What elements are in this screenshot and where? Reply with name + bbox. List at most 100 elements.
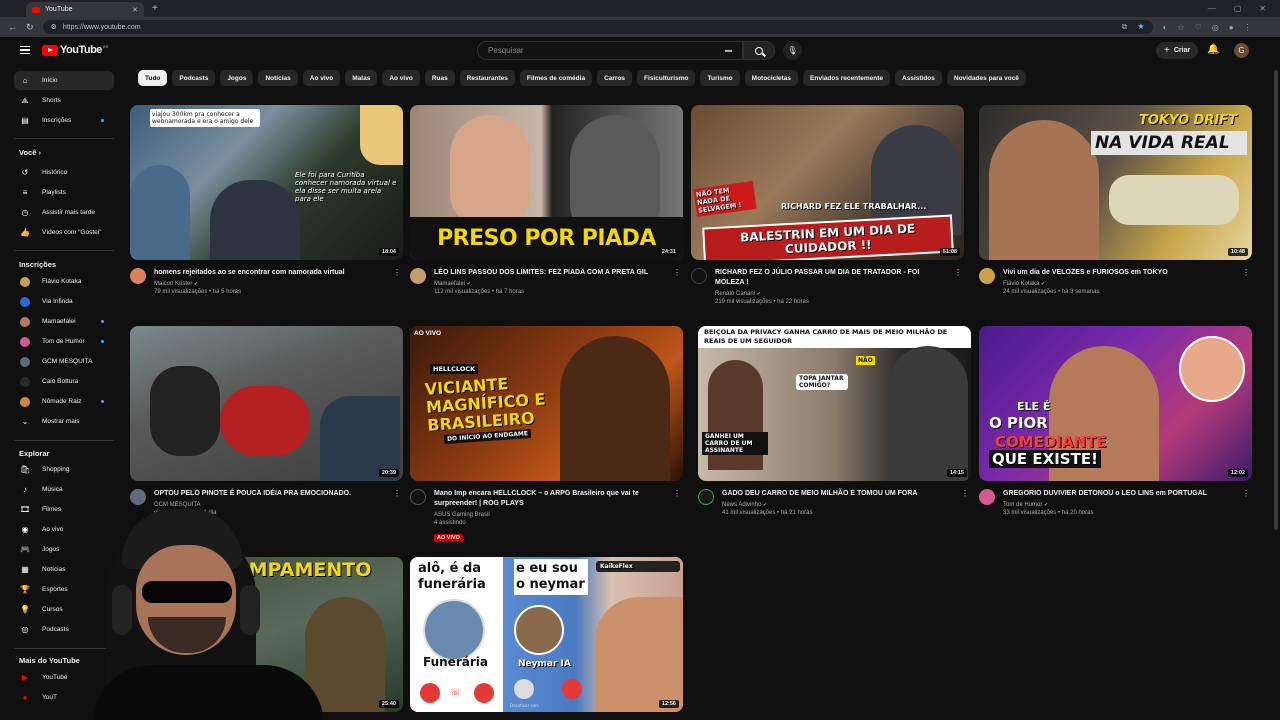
chip[interactable]: Novidades para você (946, 70, 1026, 86)
notifications-bell-icon[interactable]: 🔔 (1207, 44, 1219, 55)
avatar[interactable]: G (1234, 43, 1249, 58)
sidebar-channel[interactable]: GCM MESQUITA (14, 352, 114, 371)
extension-icon[interactable]: ◐ (1163, 23, 1168, 32)
channel-avatar[interactable] (698, 489, 714, 505)
chip[interactable]: Carros (597, 70, 633, 86)
video-title[interactable]: GADO DEU CARRO DE MEIO MILHÃO E TOMOU UM… (722, 489, 971, 499)
chip[interactable]: Podcasts (172, 70, 216, 86)
channel-avatar[interactable] (410, 268, 426, 284)
channel-avatar[interactable] (691, 268, 707, 284)
video-thumbnail[interactable]: 20:39 (130, 326, 403, 481)
video-card[interactable]: AO VIVO HELLCLOCK VICIANTE MAGNÍFICO E B… (410, 326, 683, 542)
sidebar-channel[interactable]: Tom de Humor (14, 332, 114, 351)
extension-icon[interactable]: ◎ (1212, 23, 1219, 32)
video-card[interactable]: PRESO POR PIADA 24:31 LÉO LINS PASSOU DO… (410, 105, 683, 318)
channel-name[interactable]: Flávio Kotaka (1003, 281, 1039, 287)
menu-icon[interactable]: ⋮ (1244, 23, 1252, 32)
chip[interactable]: Enviados recentemente (803, 70, 891, 86)
video-card[interactable]: TOKYO DRIFT NA VIDA REAL 10:48 Vivi um d… (979, 105, 1252, 318)
sidebar-item-music[interactable]: ♪ Música (14, 480, 114, 499)
reload-icon[interactable]: ↻ (26, 22, 34, 33)
chip[interactable]: Assistidos (895, 70, 942, 86)
channel-avatar[interactable] (410, 489, 426, 505)
star-icon[interactable]: ★ (1137, 22, 1144, 32)
sidebar-channel[interactable]: Mamaefalei (14, 312, 114, 331)
new-tab-icon[interactable]: + (152, 3, 158, 14)
channel-name[interactable]: News Adivinho (722, 502, 761, 508)
sidebar-item-liked[interactable]: 👍 Vídeos com "Gostei" (14, 223, 114, 242)
extension-icon[interactable]: ♡ (1195, 23, 1202, 32)
channel-avatar[interactable] (979, 268, 995, 284)
more-options-icon[interactable]: ⋮ (954, 268, 962, 277)
video-title[interactable]: homens rejeitados ao se encontrar com na… (154, 268, 403, 278)
extensions-icon[interactable]: ⧉ (1122, 22, 1128, 32)
video-card[interactable]: NÃO TEM NADA DE SELVAGEM ! RICHARD FEZ E… (691, 105, 964, 318)
video-title[interactable]: Mano Imp encara HELLCLOCK – o ARPG Brasi… (434, 489, 683, 509)
video-title[interactable]: RICHARD FEZ O JÚLIO PASSAR UM DIA DE TRA… (715, 268, 964, 288)
sidebar-channel[interactable]: Nômade Raiz (14, 392, 114, 411)
sidebar-item-shorts[interactable]: ⟁ Shorts (14, 91, 114, 110)
more-options-icon[interactable]: ⋮ (673, 489, 681, 498)
sidebar-item-shopping[interactable]: 🛍 Shopping (14, 460, 114, 479)
chip[interactable]: Fisiculturismo (637, 70, 696, 86)
chip[interactable]: Ao vivo (382, 70, 420, 86)
extension-icon[interactable]: ☆ (1177, 23, 1184, 32)
sidebar-channel[interactable]: Caio Bottura (14, 372, 114, 391)
more-options-icon[interactable]: ⋮ (393, 489, 401, 498)
channel-name[interactable]: ASUS Gaming Brasil (434, 512, 683, 518)
video-thumbnail[interactable]: ELE É O PIOR COMEDIANTE QUE EXISTE! 12:0… (979, 326, 1252, 481)
chip[interactable]: Filmes de comédia (519, 70, 593, 86)
sidebar-channel[interactable]: Flávio Kotaka (14, 272, 114, 291)
video-title[interactable]: Vivi um dia de VELOZES e FURIOSOS em TOK… (1003, 268, 1252, 278)
sidebar-item-movies[interactable]: 🎞 Filmes (14, 500, 114, 519)
video-thumbnail[interactable]: PRESO POR PIADA 24:31 (410, 105, 683, 260)
more-options-icon[interactable]: ⋮ (393, 268, 401, 277)
channel-avatar[interactable] (130, 489, 146, 505)
keyboard-icon[interactable]: ▬ (725, 47, 732, 54)
video-thumbnail[interactable]: AO VIVO HELLCLOCK VICIANTE MAGNÍFICO E B… (410, 326, 683, 481)
menu-hamburger-icon[interactable] (20, 46, 30, 54)
channel-name[interactable]: Renato Cariani (715, 291, 755, 297)
sidebar-channel[interactable]: Via Infinda (14, 292, 114, 311)
address-bar[interactable]: ⚙ https://www.youtube.com ⧉ ★ (42, 20, 1153, 34)
back-icon[interactable]: ← (8, 22, 17, 32)
browser-tab[interactable]: YouTube ✕ (26, 2, 144, 17)
channel-avatar[interactable] (979, 489, 995, 505)
video-thumbnail[interactable]: alô, é da funerária Funerária ☏ e eu sou… (410, 557, 683, 712)
youtube-logo[interactable]: YouTube BR (42, 44, 108, 56)
you-heading[interactable]: Você › (19, 148, 41, 157)
chip[interactable]: Malas (345, 70, 378, 86)
sidebar-item-history[interactable]: ↺ Histórico (14, 163, 114, 182)
scrollbar[interactable] (1274, 70, 1278, 530)
close-tab-icon[interactable]: ✕ (132, 6, 138, 14)
chip[interactable]: Ruas (424, 70, 455, 86)
chip[interactable]: Motocicletas (744, 70, 799, 86)
channel-name[interactable]: Maicon Küster (154, 281, 192, 287)
more-options-icon[interactable]: ⋮ (1242, 268, 1250, 277)
voice-search-button[interactable]: 🎙 (783, 41, 802, 60)
video-thumbnail[interactable]: TOKYO DRIFT NA VIDA REAL 10:48 (979, 105, 1252, 260)
video-title[interactable]: LÉO LINS PASSOU DOS LIMITES: FEZ PIADA C… (434, 268, 683, 278)
video-title[interactable]: OPTOU PELO PINOTE É POUCA IDÉIA PRA EMOC… (154, 489, 403, 499)
sidebar-item-watch-later[interactable]: ◷ Assistir mais tarde (14, 203, 114, 222)
maximize-icon[interactable]: ▢ (1234, 4, 1242, 13)
more-options-icon[interactable]: ⋮ (1242, 489, 1250, 498)
search-input[interactable]: Pesquisar ▬ (477, 41, 743, 60)
create-button[interactable]: + Criar (1156, 42, 1199, 59)
video-card[interactable]: BEIÇOLA DA PRIVACY GANHA CARRO DE MAIS D… (698, 326, 971, 539)
channel-name[interactable]: Mamaefalei (434, 281, 465, 287)
video-card[interactable]: ELE É O PIOR COMEDIANTE QUE EXISTE! 12:0… (979, 326, 1252, 539)
sidebar-item-home[interactable]: ⌂ Início (14, 71, 114, 90)
chip[interactable]: Notícias (258, 70, 298, 86)
video-card[interactable]: alô, é da funerária Funerária ☏ e eu sou… (410, 557, 683, 712)
chip[interactable]: Ao vivo (302, 70, 341, 86)
chip[interactable]: Jogos (220, 70, 254, 86)
more-options-icon[interactable]: ⋮ (961, 489, 969, 498)
video-thumbnail[interactable]: NÃO TEM NADA DE SELVAGEM ! RICHARD FEZ E… (691, 105, 964, 260)
chip[interactable]: Turismo (700, 70, 740, 86)
channel-name[interactable]: Tom de Humor (1003, 502, 1042, 508)
chip[interactable]: Restaurantes (459, 70, 515, 86)
video-title[interactable]: GREGORIO DUVIVIER DETONOU o LEO LINS em … (1003, 489, 1252, 499)
search-button[interactable] (743, 41, 775, 60)
video-thumbnail[interactable]: viajou 300km pra conhecer a webnamorada … (130, 105, 403, 260)
